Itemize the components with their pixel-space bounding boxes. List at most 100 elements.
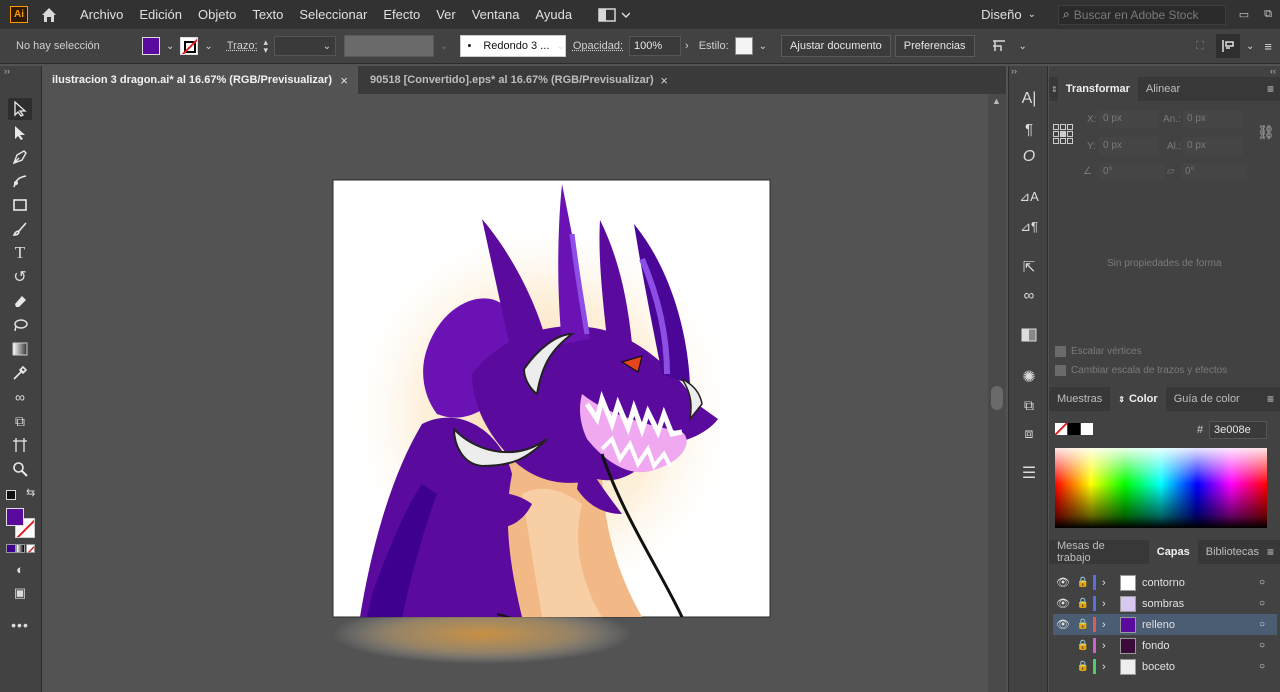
target-circle-icon[interactable]: ○	[1259, 661, 1277, 672]
profile-dropdown-icon[interactable]: ⌄	[440, 41, 448, 52]
layer-row[interactable]: 👁 🔒 › relleno ○	[1053, 614, 1277, 635]
angle-field[interactable]: 0°	[1099, 163, 1165, 181]
brush-dropdown-icon[interactable]: ⌄	[556, 41, 564, 52]
color-mode-gradient-icon[interactable]	[16, 544, 25, 553]
menu-ver[interactable]: Ver	[436, 7, 456, 22]
menu-objeto[interactable]: Objeto	[198, 7, 236, 22]
transform-options-dropdown-icon[interactable]: ⌄	[1019, 41, 1027, 52]
panel-layout-dropdown-icon[interactable]: ⌄	[1246, 41, 1254, 52]
lasso-tool-icon[interactable]	[8, 314, 32, 336]
collapse-dock-icon[interactable]: ››	[1011, 66, 1017, 76]
artboard-tool-icon[interactable]	[8, 434, 32, 456]
gradient-tool-icon[interactable]	[8, 338, 32, 360]
target-circle-icon[interactable]: ○	[1259, 598, 1277, 609]
preferences-button[interactable]: Preferencias	[894, 35, 975, 57]
expand-chevron-icon[interactable]: ›	[1102, 577, 1114, 589]
tab-transformar[interactable]: Transformar	[1057, 77, 1138, 101]
pen-tool-icon[interactable]	[8, 146, 32, 168]
appearance-panel-icon[interactable]: ✺	[1018, 366, 1040, 388]
expand-chevron-icon[interactable]: ›	[1102, 598, 1114, 610]
variable-width-profile[interactable]	[344, 35, 435, 57]
artboards-panel-icon[interactable]: ⧈	[1018, 422, 1040, 444]
graphic-style-swatch[interactable]	[734, 37, 753, 55]
layer-row[interactable]: 🔒 › boceto ○	[1053, 656, 1277, 677]
menu-texto[interactable]: Texto	[252, 7, 283, 22]
links-panel-icon[interactable]: ∞	[1018, 284, 1040, 306]
paintbrush-tool-icon[interactable]	[8, 218, 32, 240]
hex-field[interactable]: 3e008e	[1209, 421, 1267, 439]
expand-chevron-icon[interactable]: ›	[1102, 661, 1114, 673]
layer-name[interactable]: boceto	[1142, 661, 1259, 673]
opentype-panel-icon[interactable]: O	[1018, 146, 1040, 168]
stock-search[interactable]: ⌕ Buscar en Adobe Stock	[1058, 4, 1226, 25]
layer-name[interactable]: sombras	[1142, 598, 1259, 610]
opacity-field[interactable]: 100%	[629, 36, 682, 56]
pathfinder-panel-icon[interactable]: ⧉	[1018, 394, 1040, 416]
isolate-icon[interactable]: ⛶	[1190, 40, 1210, 53]
arrange-documents-icon[interactable]	[598, 7, 631, 22]
curvature-tool-icon[interactable]	[8, 170, 32, 192]
stroke-stepper[interactable]: ▴ ▾	[264, 38, 269, 55]
lock-icon[interactable]: 🔒	[1073, 577, 1093, 588]
shape-builder-tool-icon[interactable]: ⧉	[8, 410, 32, 432]
panel-collapse-icon[interactable]: ⇕	[1051, 85, 1058, 94]
visibility-eye-icon[interactable]: 👁	[1053, 618, 1073, 631]
tab-muestras[interactable]: Muestras	[1049, 387, 1110, 411]
tab-alinear[interactable]: Alinear	[1138, 77, 1188, 101]
home-icon[interactable]	[40, 6, 58, 24]
eraser-tool-icon[interactable]	[8, 290, 32, 312]
layer-row[interactable]: 👁 🔒 › sombras ○	[1053, 593, 1277, 614]
window-restore-icon[interactable]: ⧉	[1256, 8, 1280, 21]
close-icon[interactable]: ×	[660, 73, 668, 88]
canvas-area[interactable]	[42, 94, 988, 692]
expand-chevron-icon[interactable]: ›	[1102, 640, 1114, 652]
target-circle-icon[interactable]: ○	[1259, 619, 1277, 630]
window-minimize-icon[interactable]: ▭	[1232, 8, 1256, 21]
tab-color[interactable]: ⇕ Color	[1110, 387, 1166, 411]
scale-corners-checkbox[interactable]	[1055, 346, 1066, 357]
default-colors-icon[interactable]	[6, 490, 16, 500]
scrollbar-thumb[interactable]	[991, 386, 1003, 410]
layer-name[interactable]: fondo	[1142, 640, 1259, 652]
tab-document-90518[interactable]: 90518 [Convertido].eps* al 16.67% (RGB/P…	[358, 66, 678, 94]
fill-dropdown-icon[interactable]: ⌄	[166, 41, 174, 52]
vertical-scrollbar[interactable]: ▲	[988, 94, 1006, 692]
direct-selection-tool-icon[interactable]	[8, 122, 32, 144]
reference-point-icon[interactable]	[1053, 124, 1073, 144]
stroke-swatch[interactable]	[180, 37, 199, 55]
scroll-up-arrow-icon[interactable]: ▲	[992, 96, 1001, 106]
stroke-dropdown-icon[interactable]: ⌄	[204, 41, 212, 52]
menu-edicion[interactable]: Edición	[139, 7, 182, 22]
collapse-icon[interactable]: ››	[4, 66, 10, 76]
lock-icon[interactable]: 🔒	[1073, 640, 1093, 651]
tab-mesas-de-trabajo[interactable]: Mesas de trabajo	[1049, 540, 1149, 564]
swap-colors-icon[interactable]: ⇆	[26, 486, 35, 499]
drawing-mode-icon[interactable]: ◐	[8, 558, 32, 580]
panel-layout-icon[interactable]	[1216, 34, 1241, 58]
edit-toolbar-icon[interactable]: •••	[8, 614, 32, 636]
tab-document-dragon[interactable]: ilustracion 3 dragon.ai* al 16.67% (RGB/…	[42, 66, 358, 94]
tab-guia-de-color[interactable]: Guía de color	[1166, 387, 1248, 411]
lock-icon[interactable]: 🔒	[1073, 661, 1093, 672]
lock-icon[interactable]: 🔒	[1073, 598, 1093, 609]
export-asset-icon[interactable]: ⇱	[1018, 256, 1040, 278]
height-field[interactable]: 0 px	[1183, 137, 1243, 155]
width-field[interactable]: 0 px	[1183, 110, 1243, 128]
expand-chevron-icon[interactable]: ›	[1102, 619, 1114, 631]
selection-tool-icon[interactable]	[8, 98, 32, 120]
panel-menu-icon[interactable]: ≡	[1267, 545, 1274, 559]
zoom-tool-icon[interactable]	[8, 458, 32, 480]
white-swatch[interactable]	[1081, 423, 1093, 435]
eyedropper-tool-icon[interactable]	[8, 362, 32, 384]
transparency-panel-icon[interactable]	[1018, 324, 1040, 346]
menu-ventana[interactable]: Ventana	[472, 7, 520, 22]
visibility-eye-icon[interactable]: 👁	[1053, 597, 1073, 610]
screen-mode-icon[interactable]: ▣	[8, 582, 32, 604]
menu-seleccionar[interactable]: Seleccionar	[299, 7, 367, 22]
layer-name[interactable]: contorno	[1142, 577, 1259, 589]
layer-row[interactable]: 🔒 › fondo ○	[1053, 635, 1277, 656]
brush-definition[interactable]: • Redondo 3 ...	[460, 35, 567, 57]
lock-icon[interactable]: 🔒	[1073, 619, 1093, 630]
collapse-panels-icon[interactable]: ‹‹	[1270, 66, 1276, 76]
opacity-chevron-icon[interactable]: ›	[685, 40, 689, 52]
